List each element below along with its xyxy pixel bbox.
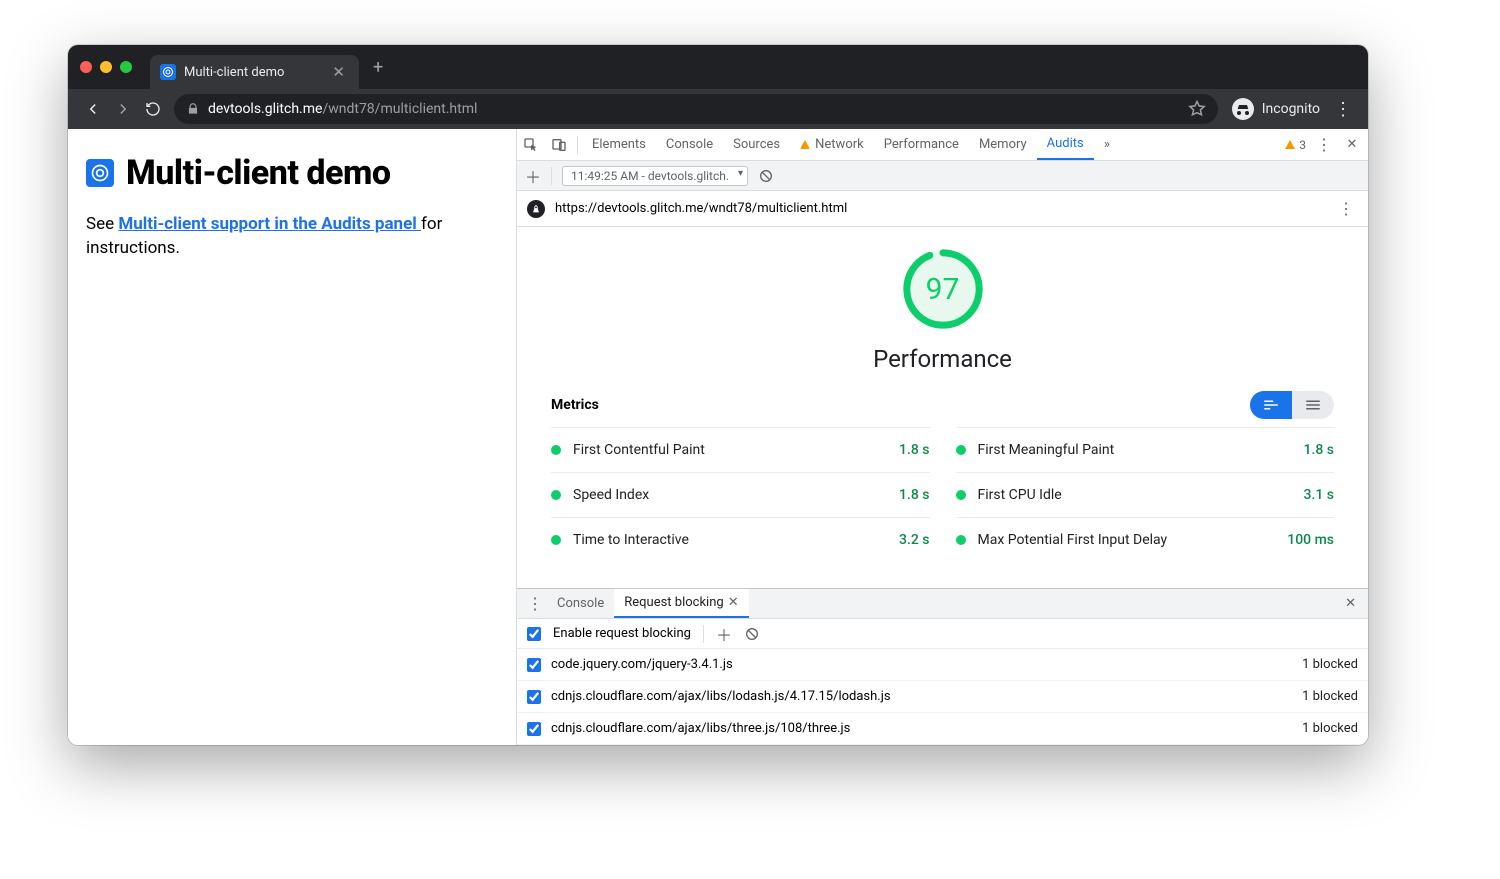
url-text: devtools.glitch.me/wndt78/multiclient.ht… (208, 101, 477, 117)
maximize-window-icon[interactable] (120, 61, 132, 73)
tab-network[interactable]: Network (790, 129, 874, 160)
tab-elements[interactable]: Elements (582, 129, 656, 160)
window-controls (80, 61, 132, 73)
devtools-panel: Elements Console Sources Network Perform… (516, 129, 1368, 745)
browser-tab[interactable]: Multi-client demo ✕ (150, 55, 359, 89)
drawer-tab-request-blocking[interactable]: Request blocking✕ (614, 589, 748, 618)
warning-icon (1285, 140, 1295, 149)
audit-row-menu-icon[interactable]: ⋮ (1334, 199, 1358, 218)
drawer-close-icon[interactable]: ✕ (1339, 596, 1362, 611)
tab-performance[interactable]: Performance (874, 129, 969, 160)
tabs-overflow-icon[interactable]: » (1094, 129, 1120, 160)
drawer-tab-console[interactable]: Console (547, 589, 614, 618)
back-button[interactable] (78, 94, 108, 124)
device-mode-icon[interactable] (545, 137, 573, 153)
drawer-tabbar: ⋮ Console Request blocking✕ ✕ (517, 589, 1368, 619)
audit-url: https://devtools.glitch.me/wndt78/multic… (555, 201, 847, 216)
metric-row: First CPU Idle3.1 s (956, 472, 1335, 517)
rendered-page: Multi-client demo See Multi-client suppo… (68, 129, 516, 745)
metrics-heading: Metrics (551, 397, 599, 413)
pattern-count: 1 blocked (1302, 689, 1358, 704)
browser-menu-icon[interactable]: ⋮ (1328, 99, 1358, 120)
remove-all-icon[interactable] (744, 626, 760, 642)
tab-console[interactable]: Console (656, 129, 723, 160)
report-select[interactable]: 11:49:25 AM - devtools.glitch. (562, 166, 748, 186)
status-dot-icon (551, 445, 561, 455)
clear-icon[interactable] (758, 168, 774, 184)
devtools-tabbar: Elements Console Sources Network Perform… (517, 129, 1368, 161)
forward-button[interactable] (108, 94, 138, 124)
lighthouse-icon (527, 200, 545, 218)
pattern-url: cdnjs.cloudflare.com/ajax/libs/lodash.js… (551, 689, 891, 704)
close-drawer-tab-icon[interactable]: ✕ (728, 595, 739, 610)
view-expanded-icon[interactable] (1292, 391, 1334, 419)
close-tab-icon[interactable]: ✕ (332, 63, 345, 81)
pattern-checkbox[interactable] (527, 690, 541, 704)
tab-memory[interactable]: Memory (969, 129, 1037, 160)
pattern-url: cdnjs.cloudflare.com/ajax/libs/three.js/… (551, 721, 850, 736)
pattern-url: code.jquery.com/jquery-3.4.1.js (551, 657, 733, 672)
drawer-menu-icon[interactable]: ⋮ (523, 594, 547, 613)
blocked-pattern-row[interactable]: cdnjs.cloudflare.com/ajax/libs/lodash.js… (517, 681, 1368, 713)
favicon-icon (160, 64, 176, 80)
enable-blocking-label: Enable request blocking (553, 626, 691, 641)
status-dot-icon (956, 490, 966, 500)
incognito-icon (1232, 98, 1254, 120)
performance-score: 97 (901, 247, 985, 331)
inspect-icon[interactable] (517, 137, 545, 153)
page-title: Multi-client demo (126, 153, 391, 193)
status-dot-icon (551, 490, 561, 500)
status-dot-icon (956, 445, 966, 455)
metrics-grid: First Contentful Paint1.8 s Speed Index1… (551, 427, 1334, 562)
devtools-drawer: ⋮ Console Request blocking✕ ✕ Enable req… (517, 588, 1368, 745)
view-compact-icon[interactable] (1250, 391, 1292, 419)
tab-title: Multi-client demo (184, 65, 284, 80)
page-logo-icon (86, 159, 114, 187)
metric-row: Max Potential First Input Delay100 ms (956, 517, 1335, 562)
tab-sources[interactable]: Sources (723, 129, 790, 160)
blocked-pattern-row[interactable]: cdnjs.cloudflare.com/ajax/libs/three.js/… (517, 713, 1368, 745)
minimize-window-icon[interactable] (100, 61, 112, 73)
pattern-count: 1 blocked (1302, 721, 1358, 736)
metrics-view-toggle[interactable] (1250, 391, 1334, 419)
lock-icon (186, 102, 200, 116)
tab-audits[interactable]: Audits (1037, 129, 1094, 160)
audits-toolbar: ＋ 11:49:25 AM - devtools.glitch. (517, 161, 1368, 191)
docs-link[interactable]: Multi-client support in the Audits panel (118, 214, 421, 234)
blocked-pattern-row[interactable]: code.jquery.com/jquery-3.4.1.js 1 blocke… (517, 649, 1368, 681)
address-bar[interactable]: devtools.glitch.me/wndt78/multiclient.ht… (174, 94, 1218, 124)
status-dot-icon (956, 535, 966, 545)
devtools-menu-icon[interactable]: ⋮ (1312, 135, 1336, 154)
metric-row: First Contentful Paint1.8 s (551, 427, 930, 472)
new-tab-button[interactable]: + (373, 57, 383, 78)
pattern-checkbox[interactable] (527, 722, 541, 736)
audits-body: 97 Performance Metrics First Con (517, 227, 1368, 588)
content-area: Multi-client demo See Multi-client suppo… (68, 129, 1368, 745)
status-dot-icon (551, 535, 561, 545)
add-pattern-button[interactable]: ＋ (716, 622, 732, 646)
toolbar: devtools.glitch.me/wndt78/multiclient.ht… (68, 89, 1368, 129)
warnings-badge[interactable]: 3 (1285, 138, 1306, 152)
performance-gauge: 97 (901, 247, 985, 331)
pattern-checkbox[interactable] (527, 658, 541, 672)
close-window-icon[interactable] (80, 61, 92, 73)
reload-button[interactable] (138, 94, 168, 124)
page-body: See Multi-client support in the Audits p… (86, 214, 442, 258)
category-title: Performance (873, 345, 1012, 373)
audit-url-row: https://devtools.glitch.me/wndt78/multic… (517, 191, 1368, 227)
bookmark-icon[interactable] (1188, 100, 1206, 118)
pattern-count: 1 blocked (1302, 657, 1358, 672)
request-blocking-controls: Enable request blocking ＋ (517, 619, 1368, 649)
new-audit-button[interactable]: ＋ (525, 164, 541, 188)
titlebar: Multi-client demo ✕ + (68, 45, 1368, 89)
metric-row: First Meaningful Paint1.8 s (956, 427, 1335, 472)
incognito-indicator[interactable]: Incognito (1224, 98, 1328, 120)
enable-blocking-checkbox[interactable] (527, 627, 541, 641)
metric-row: Speed Index1.8 s (551, 472, 930, 517)
devtools-close-icon[interactable]: ✕ (1342, 135, 1362, 155)
incognito-label: Incognito (1262, 101, 1320, 117)
metric-row: Time to Interactive3.2 s (551, 517, 930, 562)
browser-window: Multi-client demo ✕ + devtools.glitch.me… (68, 45, 1368, 745)
